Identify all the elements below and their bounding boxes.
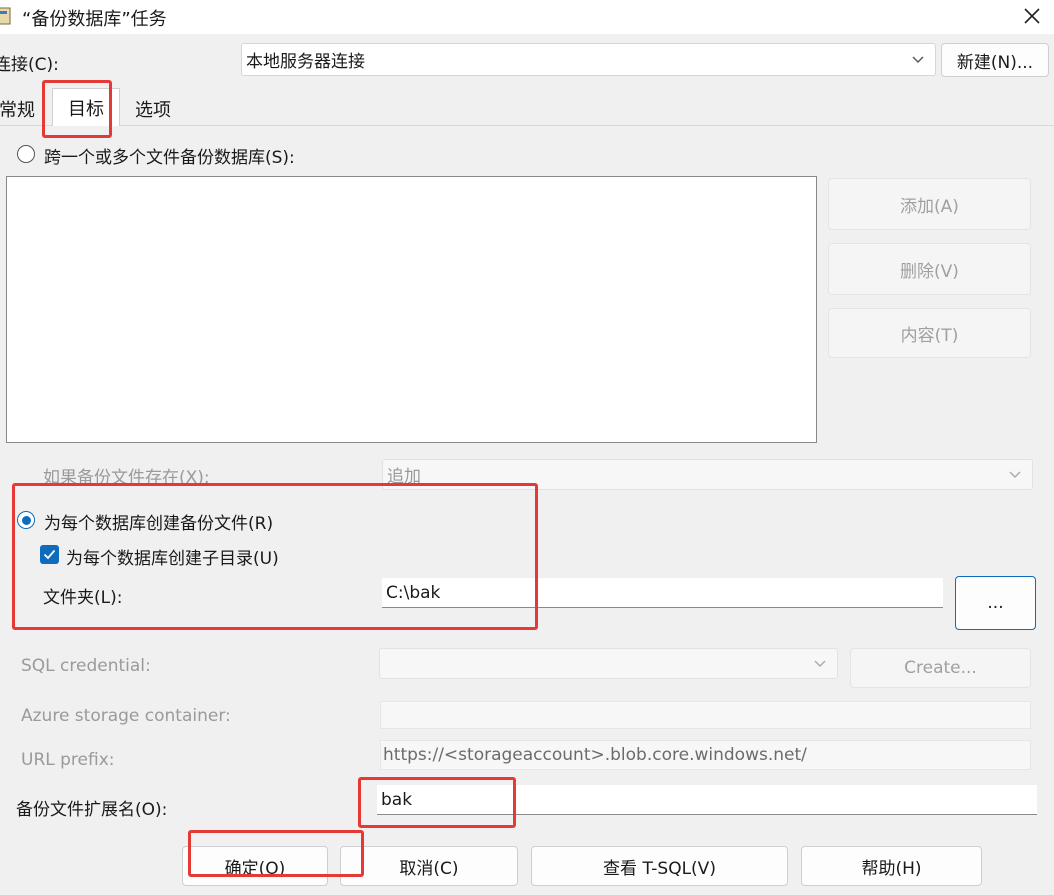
extension-value: bak [381,789,413,810]
view-tsql-button[interactable]: 查看 T-SQL(V) [531,846,788,886]
checkmark-icon [43,549,56,560]
chevron-down-icon [814,660,826,667]
url-prefix-input[interactable]: https://<storageaccount>.blob.core.windo… [380,740,1031,770]
azure-container-input[interactable] [380,701,1031,729]
chevron-down-icon [912,56,924,63]
add-button[interactable]: 添加(A) [828,178,1031,230]
title-bar: “备份数据库”任务 [0,0,1054,34]
span-files-radio[interactable] [17,145,35,163]
connection-select[interactable]: 本地服务器连接 [241,43,936,76]
connection-label: 连接(C): [0,55,59,75]
window-title: “备份数据库”任务 [22,9,167,30]
close-button[interactable] [1010,0,1054,32]
browse-folder-button[interactable]: ... [955,576,1036,630]
per-database-label: 为每个数据库创建备份文件(R) [44,514,274,534]
sql-credential-label: SQL credential: [21,656,151,676]
cancel-button[interactable]: 取消(C) [340,846,518,886]
chevron-down-icon [1009,471,1021,478]
remove-button[interactable]: 删除(V) [828,243,1031,295]
if-exists-select[interactable]: 追加 [382,459,1033,490]
sql-credential-select[interactable] [379,648,838,679]
url-prefix-label: URL prefix: [21,750,115,770]
connection-value: 本地服务器连接 [246,52,365,72]
extension-label: 备份文件扩展名(O): [16,800,168,820]
url-prefix-value: https://<storageaccount>.blob.core.windo… [383,745,807,765]
backup-files-list[interactable] [6,176,817,443]
app-icon [0,7,11,25]
per-database-radio[interactable] [17,511,35,529]
close-icon [1024,8,1040,24]
span-files-label: 跨一个或多个文件备份数据库(S): [44,148,295,168]
folder-value: C:\bak [386,582,441,603]
folder-input[interactable]: C:\bak [382,578,943,608]
tab-destination[interactable]: 目标 [52,88,120,126]
azure-container-label: Azure storage container: [21,706,231,726]
extension-input[interactable]: bak [377,785,1037,815]
contents-button[interactable]: 内容(T) [828,308,1031,358]
tab-general[interactable]: 常规 [0,92,38,126]
subdirectory-label: 为每个数据库创建子目录(U) [66,549,279,569]
new-connection-button[interactable]: 新建(N)... [941,43,1049,77]
help-button[interactable]: 帮助(H) [801,846,982,886]
if-exists-label: 如果备份文件存在(X): [43,468,210,488]
create-credential-button[interactable]: Create... [850,648,1031,688]
subdirectory-checkbox[interactable] [40,545,59,564]
tab-options[interactable]: 选项 [120,92,186,126]
folder-label: 文件夹(L): [43,588,123,608]
if-exists-value: 追加 [387,467,421,487]
ok-button[interactable]: 确定(O) [182,846,328,886]
